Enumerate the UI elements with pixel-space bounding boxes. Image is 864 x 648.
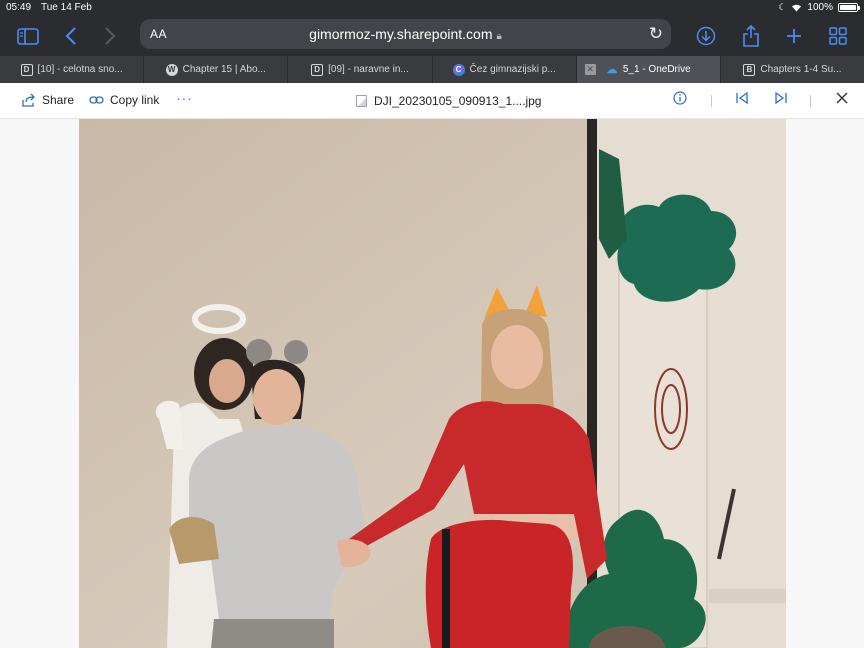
divider xyxy=(711,95,712,107)
photo-preview[interactable] xyxy=(79,119,786,648)
close-viewer-icon[interactable] xyxy=(835,91,849,108)
viewer-command-bar: Share Copy link ··· DJI_20230105_090913_… xyxy=(0,83,864,119)
tab-label: Chapters 1-4 Su... xyxy=(760,64,842,75)
share-label: Share xyxy=(42,93,75,107)
status-right: ☾ 100% xyxy=(778,2,860,13)
next-icon[interactable] xyxy=(774,91,788,108)
status-date: Tue 14 Feb xyxy=(41,2,92,13)
tab-label: 5_1 - OneDrive xyxy=(622,64,691,75)
tab-label: [10] - celotna sno... xyxy=(37,64,123,75)
tab-2[interactable]: W Chapter 15 | Abo... xyxy=(144,56,289,83)
reload-icon[interactable]: ↻ xyxy=(649,24,663,44)
browser-toolbar: AA gimormoz-my.sharepoint.com 🔒︎ ↻ xyxy=(0,16,864,56)
copilot-icon: C xyxy=(452,63,465,76)
battery-percent: 100% xyxy=(807,2,833,13)
previous-icon[interactable] xyxy=(735,91,749,108)
lock-icon: 🔒︎ xyxy=(496,31,502,42)
tab-label: Chapter 15 | Abo... xyxy=(182,64,266,75)
file-title: DJI_20230105_090913_1....jpg xyxy=(356,94,541,108)
address-bar[interactable]: AA gimormoz-my.sharepoint.com 🔒︎ ↻ xyxy=(140,19,671,49)
tab-5-active[interactable]: ✕ ☁ 5_1 - OneDrive xyxy=(576,56,721,83)
copy-link-button[interactable]: Copy link xyxy=(89,93,159,107)
b-icon: B xyxy=(743,63,756,76)
download-icon[interactable] xyxy=(692,22,720,50)
forward-icon[interactable] xyxy=(96,22,124,50)
battery-icon xyxy=(838,3,860,12)
sidebar-icon[interactable] xyxy=(14,22,42,50)
share-sheet-icon[interactable] xyxy=(737,22,765,50)
tab-6[interactable]: B Chapters 1-4 Su... xyxy=(721,56,864,83)
close-tab-icon[interactable]: ✕ xyxy=(584,64,596,75)
copy-link-label: Copy link xyxy=(110,93,160,107)
d-icon: D xyxy=(311,63,324,76)
d-icon: D xyxy=(20,63,33,76)
divider xyxy=(810,95,811,107)
tab-label: [09] - naravne in... xyxy=(328,64,409,75)
tab-bar: D [10] - celotna sno... W Chapter 15 | A… xyxy=(0,56,864,83)
wordpress-icon: W xyxy=(165,63,178,76)
url-display[interactable]: gimormoz-my.sharepoint.com 🔒︎ xyxy=(140,26,671,42)
moon-icon: ☾ xyxy=(778,2,787,12)
new-tab-icon[interactable] xyxy=(780,22,808,50)
wifi-icon xyxy=(792,4,802,12)
tab-4[interactable]: C Čez gimnazijski p... xyxy=(433,56,577,83)
file-name: DJI_20230105_090913_1....jpg xyxy=(374,94,542,108)
info-icon[interactable] xyxy=(673,91,687,108)
share-button[interactable]: Share xyxy=(22,93,74,107)
back-icon[interactable] xyxy=(57,22,85,50)
onedrive-icon: ☁ xyxy=(606,64,618,76)
more-options-icon[interactable]: ··· xyxy=(176,90,193,106)
image-file-icon xyxy=(356,95,367,107)
status-time: 05:49 xyxy=(6,2,32,13)
tab-3[interactable]: D [09] - naravne in... xyxy=(288,56,433,83)
tab-overview-icon[interactable] xyxy=(824,22,852,50)
link-icon xyxy=(89,96,104,104)
tab-label: Čez gimnazijski p... xyxy=(469,64,556,75)
tab-1[interactable]: D [10] - celotna sno... xyxy=(0,56,145,83)
share-icon xyxy=(22,93,35,107)
photo-image xyxy=(79,119,786,648)
url-text: gimormoz-my.sharepoint.com xyxy=(309,26,493,42)
status-bar: 05:49 Tue 14 Feb ☾ 100% xyxy=(0,0,864,16)
